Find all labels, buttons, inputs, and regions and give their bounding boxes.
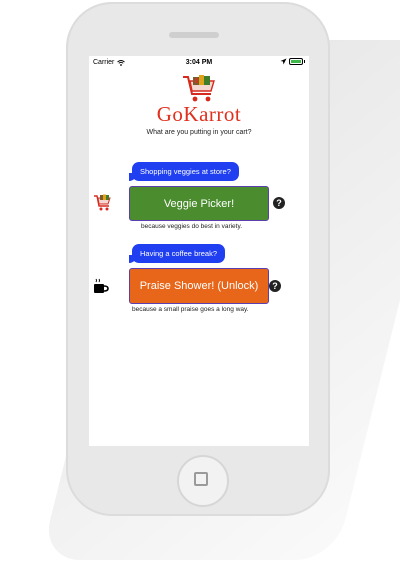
brand-name: GoKarrot — [156, 102, 242, 126]
veggie-picker-button[interactable]: Veggie Picker! — [129, 186, 269, 221]
coffee-icon — [94, 278, 109, 293]
phone-speaker — [169, 32, 219, 38]
praise-caption: because a small praise goes a long way. — [132, 306, 249, 313]
location-icon — [280, 58, 286, 65]
brand-header: GoKarrot What are you putting in your ca… — [89, 74, 309, 136]
battery-indicator — [280, 58, 305, 65]
praise-shower-button[interactable]: Praise Shower! (Unlock) — [129, 268, 269, 304]
veggie-caption: because veggies do best in variety. — [141, 223, 243, 230]
help-icon[interactable]: ? — [269, 280, 281, 292]
shopping-cart-logo-icon — [183, 75, 215, 102]
question-bubble-veggies: Shopping veggies at store? — [129, 162, 239, 181]
app-screen: Carrier 3:04 PM GoKarrot What are you pu… — [89, 56, 309, 446]
battery-icon — [288, 58, 303, 65]
home-button[interactable] — [177, 455, 229, 507]
cart-icon — [94, 194, 111, 211]
help-icon[interactable]: ? — [273, 197, 285, 209]
status-bar: Carrier 3:04 PM — [89, 56, 309, 70]
status-time: 3:04 PM — [185, 59, 213, 66]
home-square-icon — [194, 472, 208, 486]
question-bubble-coffee: Having a coffee break? — [129, 244, 225, 263]
tagline: What are you putting in your cart? — [146, 129, 252, 136]
